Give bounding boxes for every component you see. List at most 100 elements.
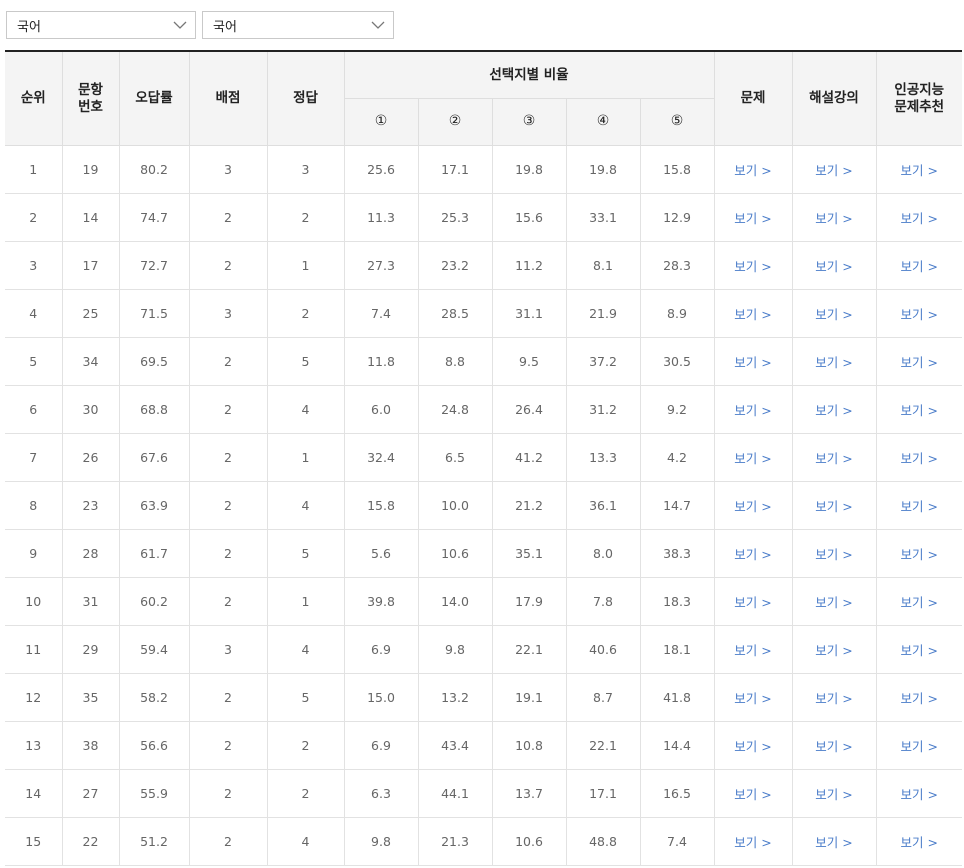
- choice-2-ratio-cell: 43.4: [417, 721, 493, 770]
- view-ai-recommend-link[interactable]: 보기 >: [901, 787, 938, 802]
- view-question-link[interactable]: 보기 >: [734, 739, 771, 754]
- view-ai-recommend-link[interactable]: 보기 >: [901, 403, 938, 418]
- choice-3-ratio-cell: 10.8: [491, 721, 567, 770]
- view-lecture-link[interactable]: 보기 >: [815, 355, 852, 370]
- rank-cell: 4: [5, 289, 63, 338]
- view-ai-recommend-link[interactable]: 보기 >: [901, 499, 938, 514]
- item-number-cell: 14: [61, 193, 120, 242]
- choice-2-ratio-cell: 13.2: [417, 673, 493, 722]
- view-question-link[interactable]: 보기 >: [734, 163, 771, 178]
- view-lecture-link[interactable]: 보기 >: [815, 835, 852, 850]
- choice-2-ratio-cell: 28.5: [417, 289, 493, 338]
- view-ai-recommend-link[interactable]: 보기 >: [901, 451, 938, 466]
- view-lecture-link[interactable]: 보기 >: [815, 739, 852, 754]
- points-cell: 2: [188, 769, 268, 818]
- lecture-link-cell: 보기 >: [791, 289, 877, 338]
- rank-cell: 11: [5, 625, 63, 674]
- view-ai-recommend-link[interactable]: 보기 >: [901, 211, 938, 226]
- view-question-link[interactable]: 보기 >: [734, 547, 771, 562]
- view-ai-recommend-link[interactable]: 보기 >: [901, 643, 938, 658]
- view-lecture-link[interactable]: 보기 >: [815, 259, 852, 274]
- choice-5-ratio-cell: 41.8: [639, 673, 715, 722]
- view-ai-recommend-link[interactable]: 보기 >: [901, 739, 938, 754]
- view-question-link[interactable]: 보기 >: [734, 355, 771, 370]
- choice-4-ratio-cell: 22.1: [565, 721, 641, 770]
- choice-3-ratio-cell: 41.2: [491, 433, 567, 482]
- view-question-link[interactable]: 보기 >: [734, 211, 771, 226]
- view-ai-recommend-link[interactable]: 보기 >: [901, 691, 938, 706]
- view-lecture-link[interactable]: 보기 >: [815, 403, 852, 418]
- choice-2-ratio-cell: 10.6: [417, 529, 493, 578]
- question-link-cell: 보기 >: [713, 145, 793, 194]
- choice-5-ratio-cell: 14.4: [639, 721, 715, 770]
- choice-3-ratio-cell: 22.1: [491, 625, 567, 674]
- rank-cell: 14: [5, 769, 63, 818]
- view-question-link[interactable]: 보기 >: [734, 259, 771, 274]
- view-lecture-link[interactable]: 보기 >: [815, 451, 852, 466]
- answer-cell: 5: [266, 337, 345, 386]
- view-question-link[interactable]: 보기 >: [734, 451, 771, 466]
- choice-3-ratio-cell: 9.5: [491, 337, 567, 386]
- view-ai-recommend-link[interactable]: 보기 >: [901, 259, 938, 274]
- view-lecture-link[interactable]: 보기 >: [815, 691, 852, 706]
- ai-link-cell: 보기 >: [875, 625, 962, 674]
- lecture-link-cell: 보기 >: [791, 385, 877, 434]
- view-ai-recommend-link[interactable]: 보기 >: [901, 163, 938, 178]
- view-question-link[interactable]: 보기 >: [734, 691, 771, 706]
- choice-2-ratio-cell: 25.3: [417, 193, 493, 242]
- question-link-cell: 보기 >: [713, 193, 793, 242]
- choice-5-ratio-cell: 9.2: [639, 385, 715, 434]
- view-lecture-link[interactable]: 보기 >: [815, 163, 852, 178]
- sub-subject-select[interactable]: 국어: [202, 11, 394, 39]
- view-question-link[interactable]: 보기 >: [734, 403, 771, 418]
- points-cell: 2: [188, 481, 268, 530]
- view-question-link[interactable]: 보기 >: [734, 835, 771, 850]
- points-cell: 2: [188, 721, 268, 770]
- answer-cell: 4: [266, 625, 345, 674]
- lecture-link-cell: 보기 >: [791, 721, 877, 770]
- ai-link-cell: 보기 >: [875, 817, 962, 866]
- item-number-cell: 38: [61, 721, 120, 770]
- subject-select[interactable]: 국어: [6, 11, 196, 39]
- view-question-link[interactable]: 보기 >: [734, 787, 771, 802]
- lecture-link-cell: 보기 >: [791, 241, 877, 290]
- choice-4-ratio-cell: 36.1: [565, 481, 641, 530]
- view-lecture-link[interactable]: 보기 >: [815, 307, 852, 322]
- error-rate-cell: 68.8: [118, 385, 190, 434]
- view-question-link[interactable]: 보기 >: [734, 643, 771, 658]
- view-lecture-link[interactable]: 보기 >: [815, 499, 852, 514]
- view-question-link[interactable]: 보기 >: [734, 307, 771, 322]
- question-link-cell: 보기 >: [713, 385, 793, 434]
- view-lecture-link[interactable]: 보기 >: [815, 643, 852, 658]
- rank-cell: 6: [5, 385, 63, 434]
- item-number-cell: 27: [61, 769, 120, 818]
- table-row: 6 30 68.8 2 4 6.0 24.8 26.4 31.2 9.2 보기 > 보기 > 보기 >: [5, 385, 962, 434]
- lecture-link-cell: 보기 >: [791, 337, 877, 386]
- points-cell: 3: [188, 145, 268, 194]
- ai-link-cell: 보기 >: [875, 289, 962, 338]
- rank-cell: 10: [5, 577, 63, 626]
- view-lecture-link[interactable]: 보기 >: [815, 547, 852, 562]
- choice-4-ratio-cell: 19.8: [565, 145, 641, 194]
- answer-cell: 2: [266, 769, 345, 818]
- view-ai-recommend-link[interactable]: 보기 >: [901, 835, 938, 850]
- lecture-link-cell: 보기 >: [791, 769, 877, 818]
- view-ai-recommend-link[interactable]: 보기 >: [901, 307, 938, 322]
- header-choice-2: ②: [417, 98, 493, 146]
- ai-link-cell: 보기 >: [875, 769, 962, 818]
- view-question-link[interactable]: 보기 >: [734, 499, 771, 514]
- question-link-cell: 보기 >: [713, 241, 793, 290]
- rank-cell: 15: [5, 817, 63, 866]
- filter-bar: 국어 국어: [6, 11, 394, 39]
- choice-3-ratio-cell: 21.2: [491, 481, 567, 530]
- ai-link-cell: 보기 >: [875, 193, 962, 242]
- view-ai-recommend-link[interactable]: 보기 >: [901, 547, 938, 562]
- choice-1-ratio-cell: 6.9: [343, 721, 419, 770]
- view-lecture-link[interactable]: 보기 >: [815, 211, 852, 226]
- view-ai-recommend-link[interactable]: 보기 >: [901, 595, 938, 610]
- view-question-link[interactable]: 보기 >: [734, 595, 771, 610]
- view-lecture-link[interactable]: 보기 >: [815, 595, 852, 610]
- view-ai-recommend-link[interactable]: 보기 >: [901, 355, 938, 370]
- view-lecture-link[interactable]: 보기 >: [815, 787, 852, 802]
- item-number-cell: 19: [61, 145, 120, 194]
